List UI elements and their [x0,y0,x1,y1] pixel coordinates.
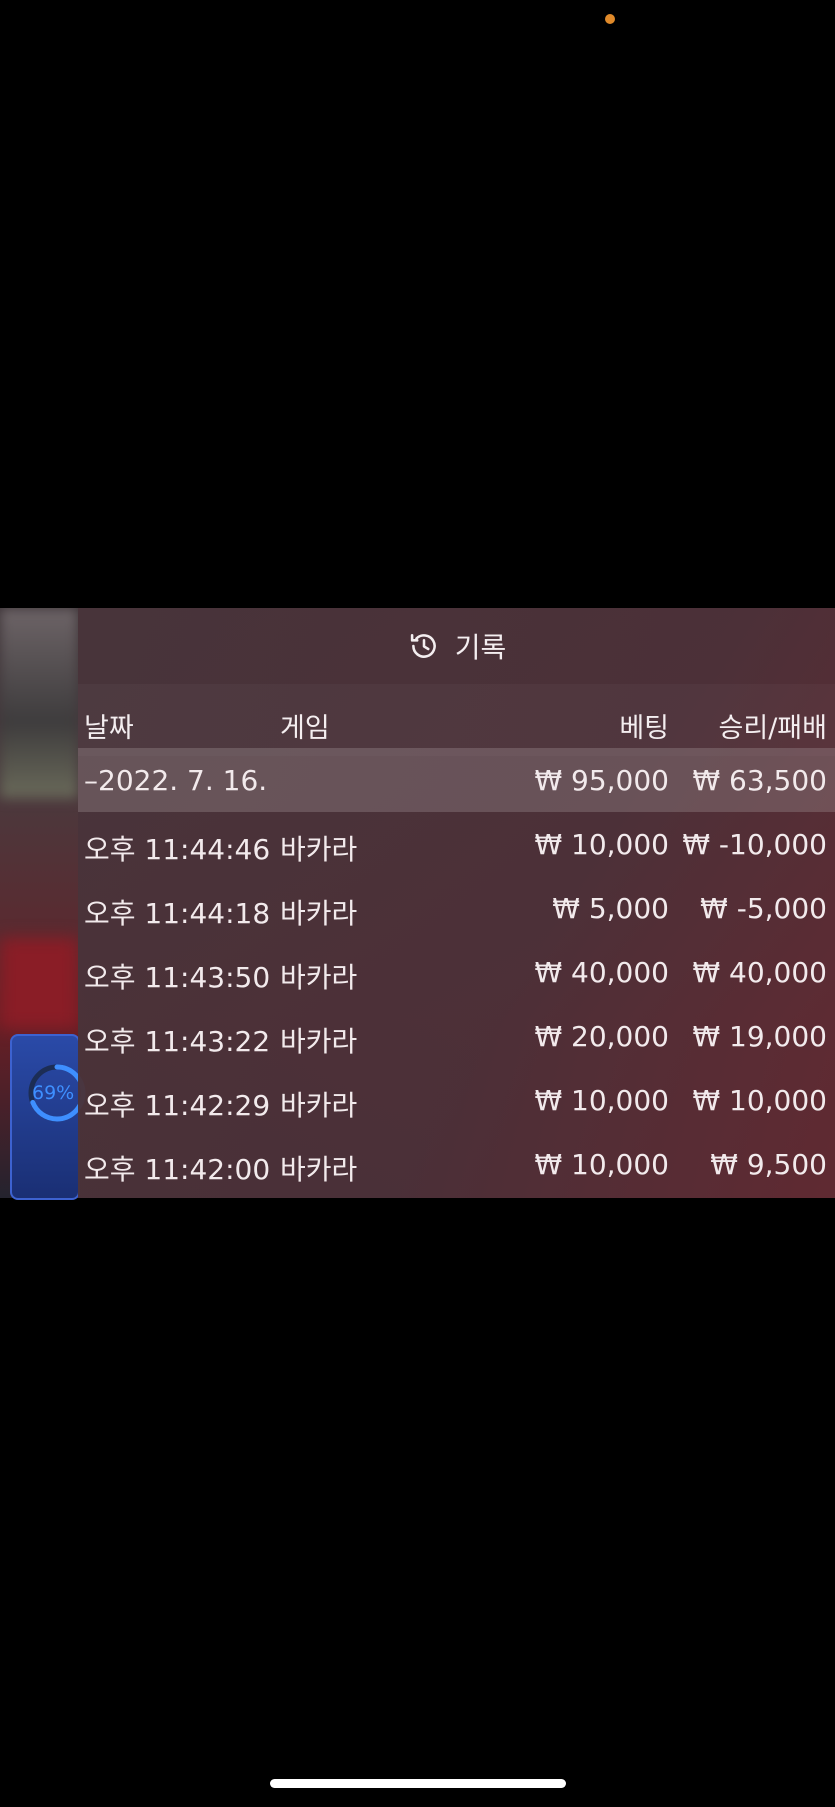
row-time: 오후 11:43:22 [84,1025,271,1058]
background-blur-area [0,938,78,1028]
progress-percent: 69% [32,1082,75,1104]
row-time: 오후 11:43:50 [84,961,271,994]
status-indicator-dot [605,14,615,24]
row-result: ₩ -5,000 [700,892,827,925]
row-game: 바카라 [280,897,358,930]
background-blur-area [0,608,78,798]
column-header-result: 승리/패배 [718,713,827,744]
table-row[interactable]: 오후 11:42:29 바카라 ₩ 10,000 ₩ 10,000 [78,1068,835,1132]
table-row[interactable]: 오후 11:44:46 바카라 ₩ 10,000 ₩ -10,000 [78,812,835,876]
home-indicator[interactable] [270,1779,566,1788]
row-time: 오후 11:44:46 [84,833,271,866]
row-time: 오후 11:42:29 [84,1089,271,1122]
date-group-bet-total: ₩ 95,000 [534,764,669,797]
progress-badge[interactable]: 69% [10,1034,86,1200]
row-time: 오후 11:42:00 [84,1153,271,1186]
history-table: –2022. 7. 16. ₩ 95,000 ₩ 63,500 오후 11:44… [78,748,835,1196]
row-bet: ₩ 20,000 [534,1020,669,1053]
panel-title: 기록 [454,631,507,664]
table-row[interactable]: 오후 11:44:18 바카라 ₩ 5,000 ₩ -5,000 [78,876,835,940]
row-game: 바카라 [280,1025,358,1058]
date-group-row[interactable]: –2022. 7. 16. ₩ 95,000 ₩ 63,500 [78,748,835,812]
row-bet: ₩ 5,000 [552,892,669,925]
row-game: 바카라 [280,833,358,866]
column-header-bet: 베팅 [619,713,669,744]
row-result: ₩ 40,000 [692,956,827,989]
row-bet: ₩ 40,000 [534,956,669,989]
table-row[interactable]: 오후 11:43:22 바카라 ₩ 20,000 ₩ 19,000 [78,1004,835,1068]
table-row[interactable]: 오후 11:42:00 바카라 ₩ 10,000 ₩ 9,500 [78,1132,835,1196]
row-time: 오후 11:44:18 [84,897,271,930]
row-game: 바카라 [280,961,358,994]
table-row[interactable]: 오후 11:43:50 바카라 ₩ 40,000 ₩ 40,000 [78,940,835,1004]
column-header-game: 게임 [280,713,330,744]
date-group-result-total: ₩ 63,500 [692,764,827,797]
history-panel: 기록 날짜 게임 베팅 승리/패배 –2022. 7. 16. ₩ 95,000… [78,608,835,1198]
row-game: 바카라 [280,1153,358,1186]
column-header-row: 날짜 게임 베팅 승리/패배 [78,684,835,756]
date-group-label: –2022. 7. 16. [84,764,268,797]
row-result: ₩ -10,000 [682,828,827,861]
column-header-date: 날짜 [84,713,134,744]
row-bet: ₩ 10,000 [534,828,669,861]
row-result: ₩ 10,000 [692,1084,827,1117]
row-result: ₩ 9,500 [710,1148,827,1181]
panel-header: 기록 [78,608,835,684]
history-icon [410,633,436,658]
row-result: ₩ 19,000 [692,1020,827,1053]
row-game: 바카라 [280,1089,358,1122]
row-bet: ₩ 10,000 [534,1084,669,1117]
row-bet: ₩ 10,000 [534,1148,669,1181]
